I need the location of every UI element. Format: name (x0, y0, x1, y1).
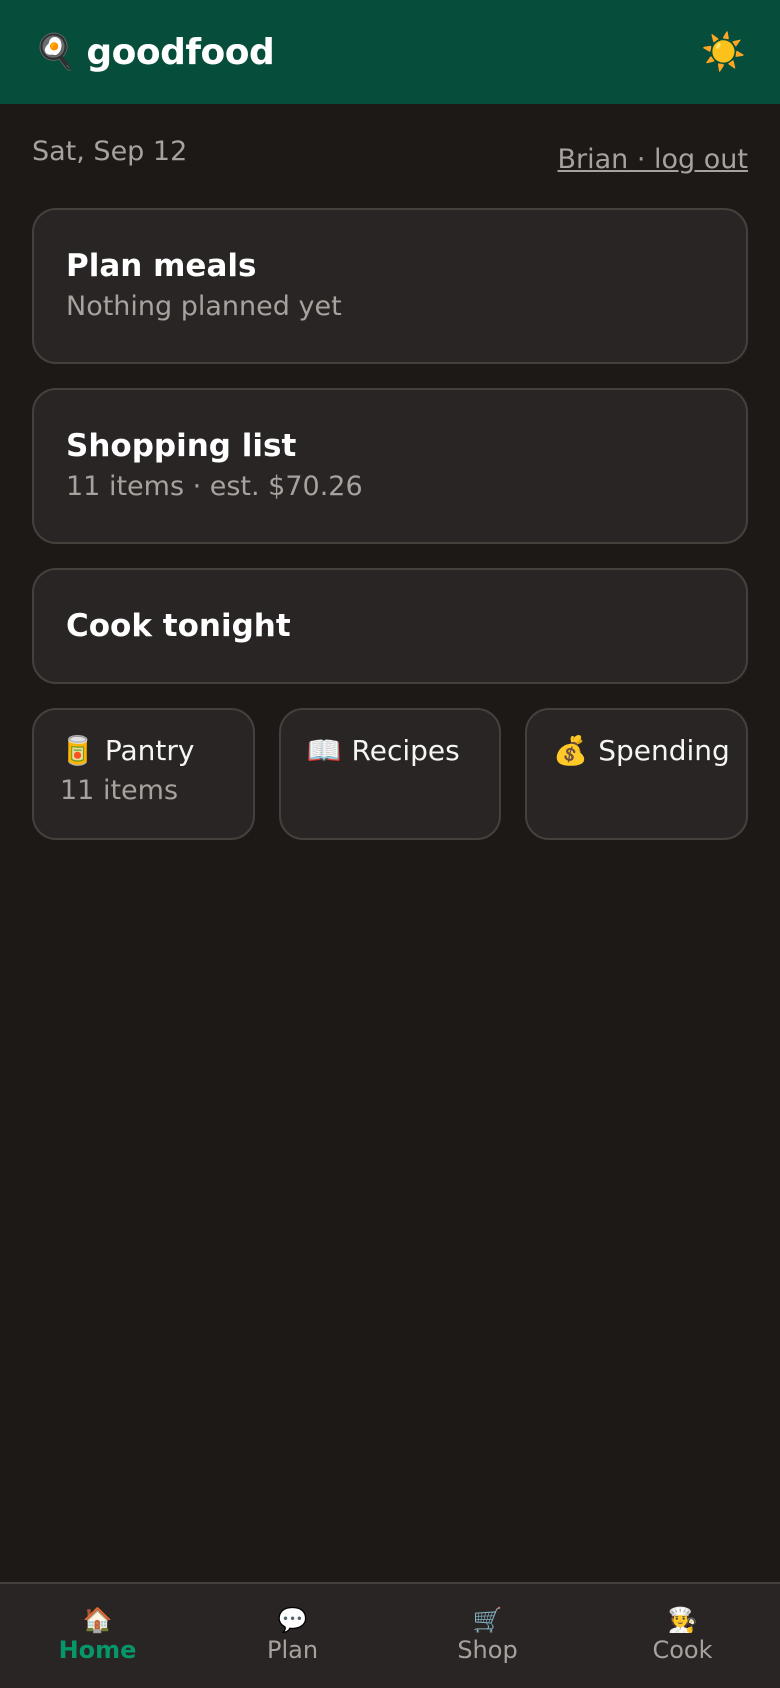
brand[interactable]: 🍳 goodfood (34, 31, 275, 73)
nav-cook-label: Cook (652, 1636, 713, 1664)
nav-cook[interactable]: 🧑‍🍳 Cook (585, 1584, 780, 1688)
pantry-label: Pantry (104, 734, 195, 767)
current-date: Sat, Sep 12 (32, 136, 188, 167)
speech-bubble-icon: 💬 (277, 1606, 308, 1634)
plan-meals-status: Nothing planned yet (66, 291, 342, 323)
house-icon: 🏠 (82, 1606, 113, 1634)
nav-shop-label: Shop (457, 1636, 518, 1664)
shopping-list-summary: 11 items · est. $70.26 (66, 471, 363, 503)
brand-name: goodfood (86, 31, 275, 73)
chef-icon: 🧑‍🍳 (667, 1606, 698, 1634)
spending-label: Spending (598, 734, 730, 767)
cook-tonight-card[interactable]: Cook tonight (32, 568, 748, 684)
bottom-nav: 🏠 Home 💬 Plan 🛒 Shop 🧑‍🍳 Cook (0, 1582, 780, 1688)
money-bag-icon: 💰 (553, 733, 589, 767)
plan-meals-card[interactable]: Plan meals Nothing planned yet (32, 208, 748, 364)
recipes-label: Recipes (351, 734, 460, 767)
theme-toggle-sun-icon[interactable]: ☀️ (701, 34, 746, 70)
canned-food-icon: 🥫 (60, 733, 95, 767)
spending-tile[interactable]: 💰 Spending (525, 708, 749, 840)
nav-plan[interactable]: 💬 Plan (195, 1584, 390, 1688)
recipes-tile[interactable]: 📖 Recipes (278, 708, 502, 840)
open-book-icon: 📖 (306, 733, 342, 767)
nav-home-label: Home (58, 1636, 137, 1664)
shopping-list-card[interactable]: Shopping list 11 items · est. $70.26 (32, 388, 748, 544)
cook-tonight-title: Cook tonight (66, 608, 291, 644)
app-header: 🍳 goodfood ☀️ (0, 0, 780, 104)
meta-row: Sat, Sep 12 Brian · log out (32, 104, 748, 208)
shopping-list-title: Shopping list (66, 428, 297, 464)
nav-home[interactable]: 🏠 Home (0, 1584, 195, 1688)
pantry-count: 11 items (60, 775, 179, 806)
shopping-cart-icon: 🛒 (472, 1606, 503, 1634)
pantry-tile[interactable]: 🥫 Pantry 11 items (32, 708, 255, 840)
plan-meals-title: Plan meals (66, 248, 257, 284)
nav-shop[interactable]: 🛒 Shop (390, 1584, 585, 1688)
home-content: Sat, Sep 12 Brian · log out Plan meals N… (32, 104, 749, 840)
user-logout-link[interactable]: Brian · log out (558, 144, 749, 175)
frying-pan-icon: 🍳 (34, 32, 77, 72)
nav-plan-label: Plan (266, 1636, 319, 1664)
quick-tiles: 🥫 Pantry 11 items 📖 Recipes 💰 Spending (32, 708, 749, 840)
